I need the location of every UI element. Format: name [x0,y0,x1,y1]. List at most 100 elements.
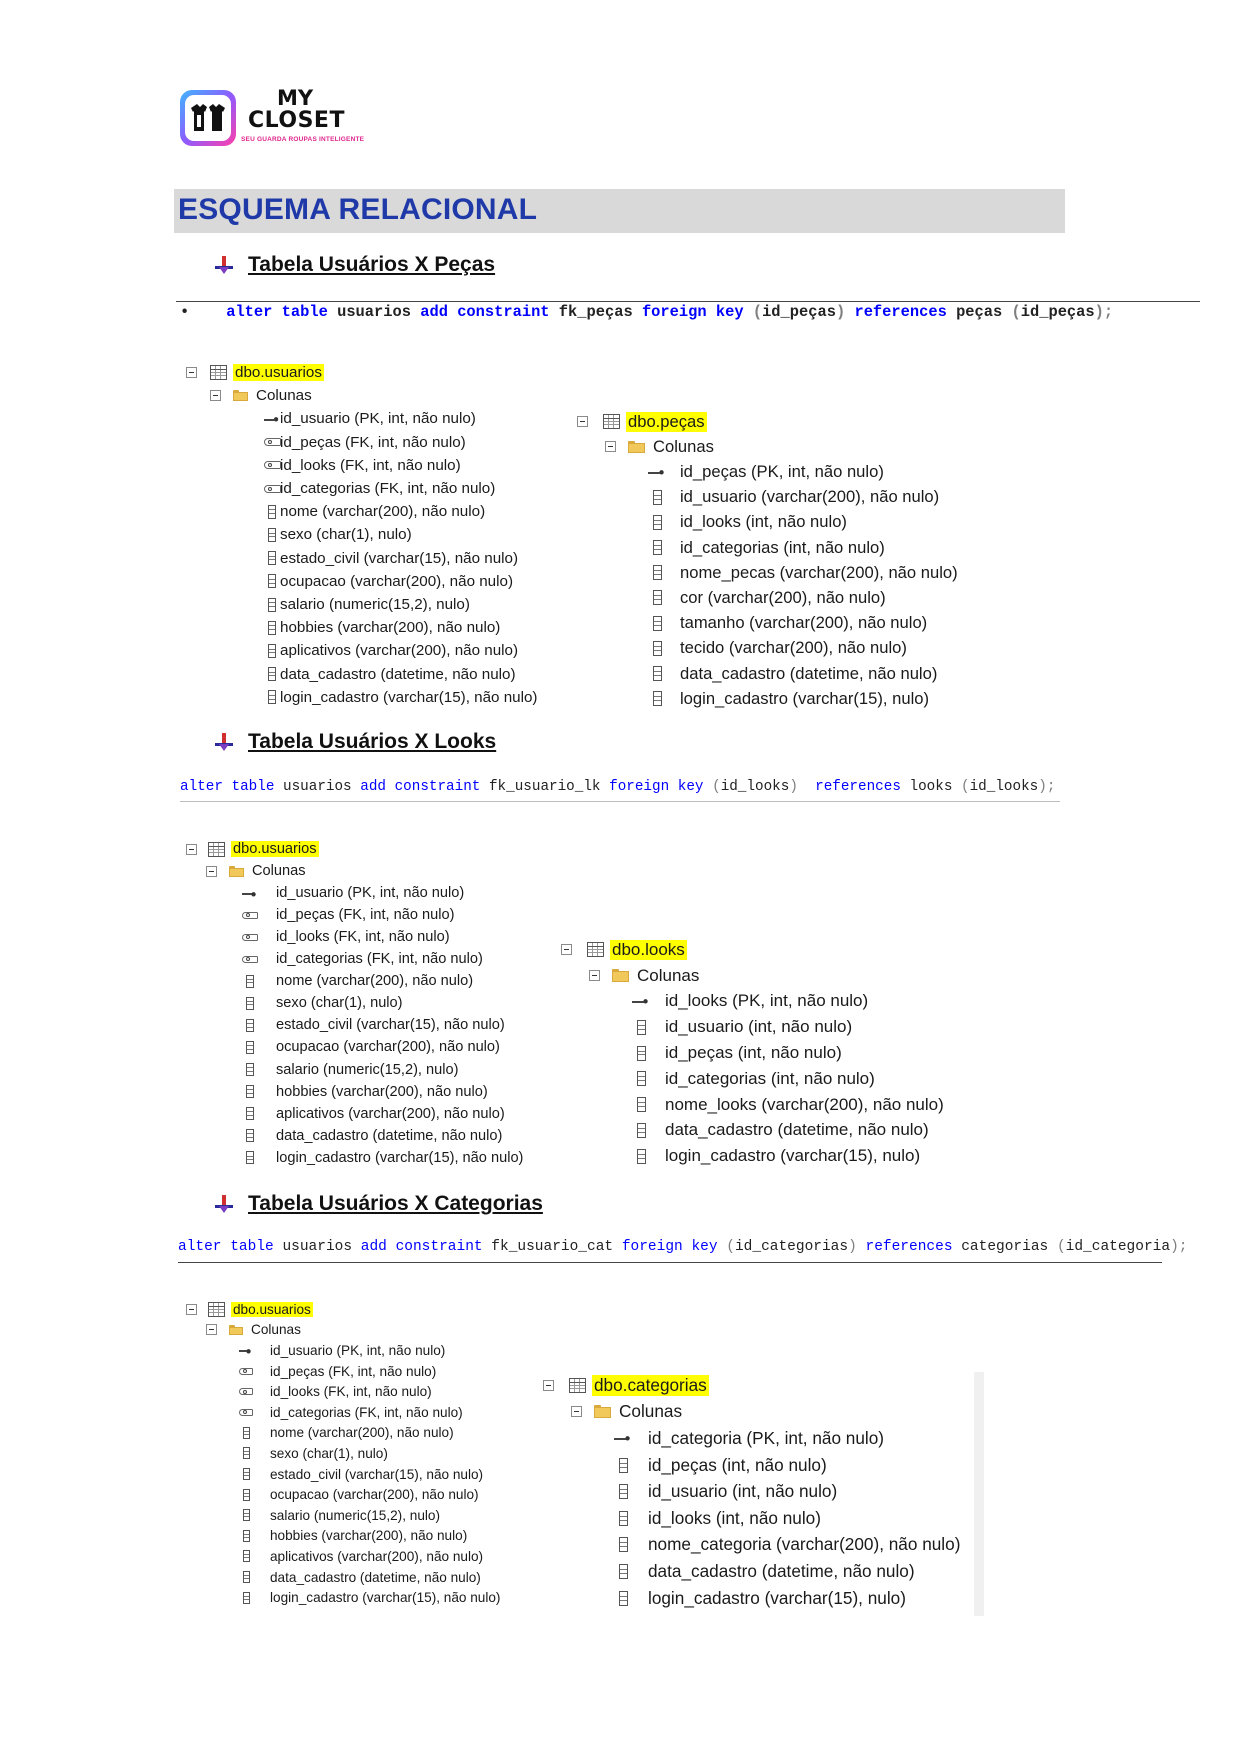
column-item[interactable]: id_usuario (PK, int, não nulo) [186,407,476,430]
table-icon [587,942,604,958]
column-icon [242,1571,250,1584]
column-item[interactable]: aplicativos (varchar(200), não nulo) [186,1103,505,1125]
collapse-toggle-icon[interactable] [605,441,616,453]
column-item[interactable]: data_cadastro (datetime, não nulo) [561,1118,929,1144]
column-item[interactable]: login_cadastro (varchar(15), nulo) [543,1585,906,1612]
column-item[interactable]: id_categorias (int, não nulo) [577,535,885,560]
column-item[interactable]: estado_civil (varchar(15), não nulo) [186,1464,483,1485]
column-item[interactable]: estado_civil (varchar(15), não nulo) [186,547,518,570]
column-item[interactable]: hobbies (varchar(200), não nulo) [186,616,500,639]
column-item[interactable]: id_looks (FK, int, não nulo) [186,926,450,948]
column-item[interactable]: nome (varchar(200), não nulo) [186,1423,454,1444]
column-item[interactable]: data_cadastro (datetime, não nulo) [186,663,516,686]
column-item[interactable]: id_looks (FK, int, não nulo) [186,1381,432,1402]
column-item[interactable]: id_categorias (FK, int, não nulo) [186,948,483,970]
column-item[interactable]: hobbies (varchar(200), não nulo) [186,1081,488,1103]
collapse-toggle-icon[interactable] [210,390,221,402]
sql-statement: alter table usuarios add constraint fk_u… [180,779,1056,795]
table-node[interactable]: dbo.peças [577,409,707,434]
column-item[interactable]: login_cadastro (varchar(15), não nulo) [186,686,537,709]
column-item[interactable]: id_peças (int, não nulo) [561,1040,842,1066]
column-item[interactable]: nome_pecas (varchar(200), não nulo) [577,560,958,585]
column-item[interactable]: ocupacao (varchar(200), não nulo) [186,1036,500,1058]
collapse-toggle-icon[interactable] [186,843,197,855]
collapse-toggle-icon[interactable] [589,970,600,982]
column-item[interactable]: hobbies (varchar(200), não nulo) [186,1526,467,1547]
folder-node[interactable]: Colunas [186,1320,301,1341]
column-item[interactable]: login_cadastro (varchar(15), nulo) [577,686,929,711]
collapse-toggle-icon[interactable] [186,367,197,379]
column-item[interactable]: id_peças (int, não nulo) [543,1452,827,1479]
folder-node[interactable]: Colunas [543,1399,682,1426]
column-icon [242,1509,250,1522]
collapse-toggle-icon[interactable] [186,1303,197,1315]
column-label: aplicativos (varchar(200), não nulo) [270,1548,484,1564]
column-item[interactable]: id_usuario (int, não nulo) [543,1478,837,1505]
column-item[interactable]: ocupacao (varchar(200), não nulo) [186,570,513,593]
column-item[interactable]: login_cadastro (varchar(15), nulo) [561,1143,920,1169]
column-item[interactable]: salario (numeric(15,2), nulo) [186,1505,440,1526]
column-item[interactable]: id_usuario (varchar(200), não nulo) [577,485,939,510]
collapse-toggle-icon[interactable] [206,1324,217,1336]
column-item[interactable]: salario (numeric(15,2), nulo) [186,1059,459,1081]
table-node[interactable]: dbo.usuarios [186,361,324,384]
column-item[interactable]: id_categorias (int, não nulo) [561,1066,875,1092]
column-label: id_categorias (FK, int, não nulo) [270,1404,463,1420]
column-item[interactable]: login_cadastro (varchar(15), não nulo) [186,1587,500,1608]
column-item[interactable]: estado_civil (varchar(15), não nulo) [186,1014,505,1036]
column-item[interactable]: id_peças (FK, int, não nulo) [186,1361,436,1382]
collapse-toggle-icon[interactable] [206,865,217,877]
column-item[interactable]: sexo (char(1), nulo) [186,1443,388,1464]
column-item[interactable]: data_cadastro (datetime, não nulo) [186,1125,502,1147]
column-item[interactable]: id_usuario (int, não nulo) [561,1014,852,1040]
column-item[interactable]: id_looks (int, não nulo) [577,510,847,535]
column-item[interactable]: tamanho (varchar(200), não nulo) [577,611,927,636]
column-item[interactable]: id_categoria (PK, int, não nulo) [543,1425,884,1452]
collapse-toggle-icon[interactable] [571,1406,582,1418]
column-item[interactable]: id_looks (PK, int, não nulo) [561,989,868,1015]
column-item[interactable]: salario (numeric(15,2), nulo) [186,593,470,616]
column-icon [268,620,276,635]
column-item[interactable]: cor (varchar(200), não nulo) [577,585,886,610]
column-item[interactable]: id_peças (FK, int, não nulo) [186,431,466,454]
column-item[interactable]: ocupacao (varchar(200), não nulo) [186,1484,479,1505]
column-item[interactable]: login_cadastro (varchar(15), não nulo) [186,1147,523,1169]
table-node[interactable]: dbo.usuarios [186,1299,313,1320]
folder-node[interactable]: Colunas [561,963,699,989]
folder-node[interactable]: Colunas [577,434,714,459]
column-item[interactable]: nome_categoria (varchar(200), não nulo) [543,1532,960,1559]
collapse-toggle-icon[interactable] [577,416,588,428]
table-icon [210,365,227,381]
column-icon [652,590,662,606]
folder-node[interactable]: Colunas [186,384,312,407]
collapse-toggle-icon[interactable] [561,944,572,956]
table-name: dbo.categorias [592,1374,709,1396]
column-item[interactable]: id_peças (FK, int, não nulo) [186,904,454,926]
column-item[interactable]: id_categorias (FK, int, não nulo) [186,1402,463,1423]
table-node[interactable]: dbo.categorias [543,1372,709,1399]
column-item[interactable]: data_cadastro (datetime, não nulo) [577,661,937,686]
folder-node[interactable]: Colunas [186,860,306,882]
block-heading-text: Tabela Usuários X Looks [248,730,497,753]
column-item[interactable]: id_usuario (PK, int, não nulo) [186,1340,445,1361]
table-node[interactable]: dbo.looks [561,937,687,963]
column-item[interactable]: id_looks (FK, int, não nulo) [186,454,461,477]
table-node[interactable]: dbo.usuarios [186,838,319,860]
collapse-toggle-icon[interactable] [543,1379,554,1391]
column-item[interactable]: id_peças (PK, int, não nulo) [577,459,884,484]
column-item[interactable]: data_cadastro (datetime, não nulo) [543,1558,915,1585]
column-item[interactable]: id_usuario (PK, int, não nulo) [186,882,464,904]
column-item[interactable]: nome (varchar(200), não nulo) [186,500,485,523]
column-label: ocupacao (varchar(200), não nulo) [280,572,514,590]
column-item[interactable]: aplicativos (varchar(200), não nulo) [186,1546,483,1567]
column-item[interactable]: sexo (char(1), nulo) [186,992,403,1014]
column-item[interactable]: id_categorias (FK, int, não nulo) [186,477,495,500]
column-item[interactable]: tecido (varchar(200), não nulo) [577,636,907,661]
column-item[interactable]: sexo (char(1), nulo) [186,523,412,546]
column-item[interactable]: id_looks (int, não nulo) [543,1505,821,1532]
column-item[interactable]: aplicativos (varchar(200), não nulo) [186,639,518,662]
column-item[interactable]: data_cadastro (datetime, não nulo) [186,1567,481,1588]
column-item[interactable]: nome_looks (varchar(200), não nulo) [561,1092,944,1118]
primary-key-icon [632,993,650,1011]
column-item[interactable]: nome (varchar(200), não nulo) [186,970,473,992]
